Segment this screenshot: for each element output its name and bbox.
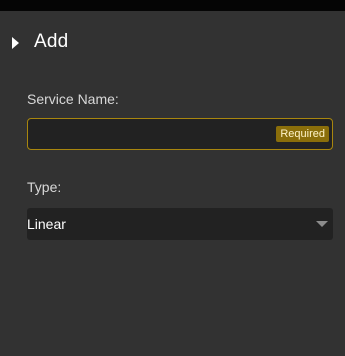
triangle-down-icon <box>316 221 328 227</box>
add-service-panel: Add Service Name: Required Type: Linear <box>0 11 345 356</box>
type-selected-value: Linear <box>27 216 66 232</box>
required-badge: Required <box>276 126 329 142</box>
add-section-toggle[interactable]: Add <box>12 28 68 56</box>
add-section-title: Add <box>34 31 69 52</box>
type-select[interactable]: Linear <box>27 208 333 240</box>
type-label: Type: <box>27 179 62 195</box>
service-name-field-wrapper: Required <box>27 118 333 150</box>
triangle-right-icon <box>12 36 19 49</box>
top-bar <box>0 0 345 11</box>
service-name-label: Service Name: <box>27 91 119 107</box>
service-name-input[interactable] <box>28 119 258 149</box>
